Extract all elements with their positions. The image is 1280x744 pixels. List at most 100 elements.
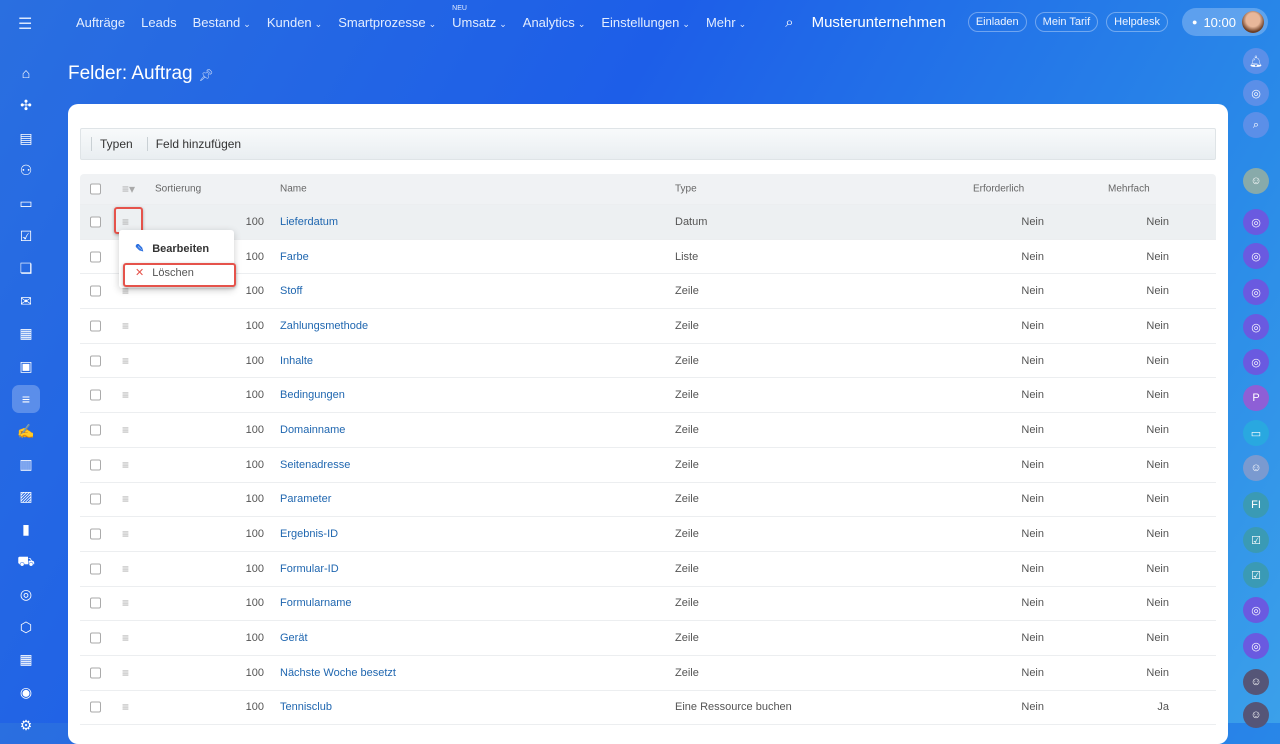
row-checkbox[interactable] (90, 597, 101, 609)
avatar-fi[interactable]: FI (1243, 492, 1269, 518)
row-menu-icon[interactable]: ≡ (122, 458, 129, 472)
target-icon[interactable]: ◎ (12, 581, 40, 609)
nav-item-analytics[interactable]: Analytics ⌄ (523, 15, 586, 30)
row-menu-icon[interactable]: ≡ (122, 423, 129, 437)
nav-item-einstellungen[interactable]: Einstellungen ⌄ (601, 15, 690, 30)
row-menu-icon[interactable]: ≡ (122, 700, 129, 714)
nav-item-umsatz[interactable]: NEU Umsatz ⌄ (452, 5, 507, 30)
table-row[interactable]: ≡ 100 Parameter Zeile Nein Nein (80, 483, 1216, 518)
field-name-link[interactable]: Domainname (280, 424, 345, 436)
field-name-link[interactable]: Stoff (280, 285, 302, 297)
header-type[interactable]: Type (675, 184, 697, 195)
message-icon[interactable]: ▭ (1243, 420, 1269, 446)
tasks-icon[interactable]: ☑ (12, 222, 40, 250)
mail-icon[interactable]: ✉ (12, 287, 40, 315)
box-icon[interactable]: ⬡ (12, 613, 40, 641)
types-button[interactable]: Typen (91, 137, 141, 151)
field-name-link[interactable]: Farbe (280, 251, 309, 263)
row-checkbox[interactable] (90, 632, 101, 644)
analytics-icon[interactable]: ▮ (12, 515, 40, 543)
chat-icon[interactable]: ❏ (12, 255, 40, 283)
header-multiple[interactable]: Mehrfach (1108, 184, 1150, 195)
chat-icon[interactable]: ◎ (1243, 243, 1269, 269)
avatar[interactable]: ☺ (1243, 669, 1269, 695)
settings-icon[interactable]: ⚙ (12, 711, 40, 739)
row-menu-icon[interactable]: ≡ (122, 319, 129, 333)
header-required[interactable]: Erforderlich (973, 184, 1024, 195)
document-icon[interactable]: ▤ (12, 124, 40, 152)
table-row[interactable]: ≡ 100 Seitenadresse Zeile Nein Nein (80, 448, 1216, 483)
row-checkbox[interactable] (90, 251, 101, 263)
nav-item-aufträge[interactable]: Aufträge (76, 15, 125, 30)
time-tracker[interactable]: ● 10:00 (1182, 8, 1268, 36)
inventory-icon[interactable]: ▭ (12, 189, 40, 217)
chat-icon[interactable]: ◎ (1243, 633, 1269, 659)
puzzle-icon[interactable]: ✣ (12, 92, 40, 120)
field-name-link[interactable]: Formular-ID (280, 563, 339, 575)
field-name-link[interactable]: Seitenadresse (280, 459, 350, 471)
field-name-link[interactable]: Gerät (280, 632, 308, 644)
field-name-link[interactable]: Formularname (280, 597, 352, 609)
row-menu-icon[interactable]: ≡ (122, 354, 129, 368)
row-menu-icon[interactable]: ≡ (122, 388, 129, 402)
table-row[interactable]: ≡ 100 Gerät Zeile Nein Nein (80, 621, 1216, 656)
row-checkbox[interactable] (90, 528, 101, 540)
notification-icon[interactable]: 🔔︎ (1243, 48, 1269, 74)
table-row[interactable]: ≡ 100 Domainname Zeile Nein Nein (80, 413, 1216, 448)
row-checkbox[interactable] (90, 459, 101, 471)
field-name-link[interactable]: Inhalte (280, 355, 313, 367)
field-name-link[interactable]: Ergebnis-ID (280, 528, 338, 540)
table-row[interactable]: ≡ 100 Formular-ID Zeile Nein Nein (80, 552, 1216, 587)
calendar-icon[interactable]: ▦ (12, 320, 40, 348)
table-row[interactable]: ≡ 100 Formularname Zeile Nein Nein (80, 587, 1216, 622)
field-name-link[interactable]: Tennisclub (280, 701, 332, 713)
sign-icon[interactable]: ✍ (12, 418, 40, 446)
avatar[interactable]: ☺ (1243, 702, 1269, 728)
pin-icon[interactable]: 📌︎ (199, 68, 214, 82)
row-menu-icon[interactable]: ≡ (122, 666, 129, 680)
row-checkbox[interactable] (90, 563, 101, 575)
field-name-link[interactable]: Nächste Woche besetzt (280, 667, 396, 679)
row-menu-icon[interactable]: ≡ (122, 562, 129, 576)
nav-item-mehr[interactable]: Mehr ⌄ (706, 15, 746, 30)
row-checkbox[interactable] (90, 667, 101, 679)
menu-icon[interactable]: ☰ (18, 14, 32, 34)
contacts-icon[interactable]: ⚇ (12, 157, 40, 185)
table-row[interactable]: ≡ 100 Stoff Zeile Nein Nein (80, 274, 1216, 310)
row-checkbox[interactable] (90, 424, 101, 436)
table-row[interactable]: ≡ 100 Farbe Liste Nein Nein (80, 240, 1216, 275)
chat-icon[interactable]: ◎ (1243, 597, 1269, 623)
avatar[interactable] (1242, 11, 1264, 33)
chat-icon[interactable]: ◎ (1243, 314, 1269, 340)
field-name-link[interactable]: Lieferdatum (280, 216, 338, 228)
avatar-p[interactable]: P (1243, 385, 1269, 411)
header-sort[interactable]: Sortierung (155, 184, 201, 195)
row-menu-icon[interactable]: ≡ (122, 631, 129, 645)
add-field-button[interactable]: Feld hinzufügen (146, 137, 249, 151)
helpdesk-button[interactable]: Helpdesk (1106, 12, 1169, 32)
table-row[interactable]: ≡ 100 Zahlungsmethode Zeile Nein Nein (80, 309, 1216, 344)
row-checkbox[interactable] (90, 355, 101, 367)
row-checkbox[interactable] (90, 285, 101, 297)
chat-icon[interactable]: ◎ (1243, 349, 1269, 375)
nav-item-leads[interactable]: Leads (141, 15, 176, 30)
row-checkbox[interactable] (90, 493, 101, 505)
tasks-icon[interactable]: ☑ (1243, 527, 1269, 553)
menu-item-edit[interactable]: ✎ Bearbeiten (135, 242, 209, 256)
select-all-checkbox[interactable] (90, 183, 101, 195)
presentation-icon[interactable]: ▣ (12, 352, 40, 380)
field-name-link[interactable]: Bedingungen (280, 389, 345, 401)
table-row[interactable]: ≡ 100 Ergebnis-ID Zeile Nein Nein (80, 517, 1216, 552)
tasks-icon[interactable]: ☑ (1243, 562, 1269, 588)
store-icon[interactable]: ▥ (12, 450, 40, 478)
table-row[interactable]: ≡ 100 Tennisclub Eine Ressource buchen N… (80, 691, 1216, 726)
table-row[interactable]: ≡ 100 Lieferdatum Datum Nein Nein (80, 205, 1216, 240)
row-menu-icon[interactable]: ≡ (122, 596, 129, 610)
robot-icon[interactable]: ◉ (12, 678, 40, 706)
chat-icon[interactable]: ◎ (1243, 279, 1269, 305)
table-row[interactable]: ≡ 100 Inhalte Zeile Nein Nein (80, 344, 1216, 379)
row-checkbox[interactable] (90, 701, 101, 713)
copilot-icon[interactable]: ◎ (1243, 80, 1269, 106)
home-icon[interactable]: ⌂ (12, 59, 40, 87)
cart-icon[interactable]: ⛟ (12, 548, 40, 576)
